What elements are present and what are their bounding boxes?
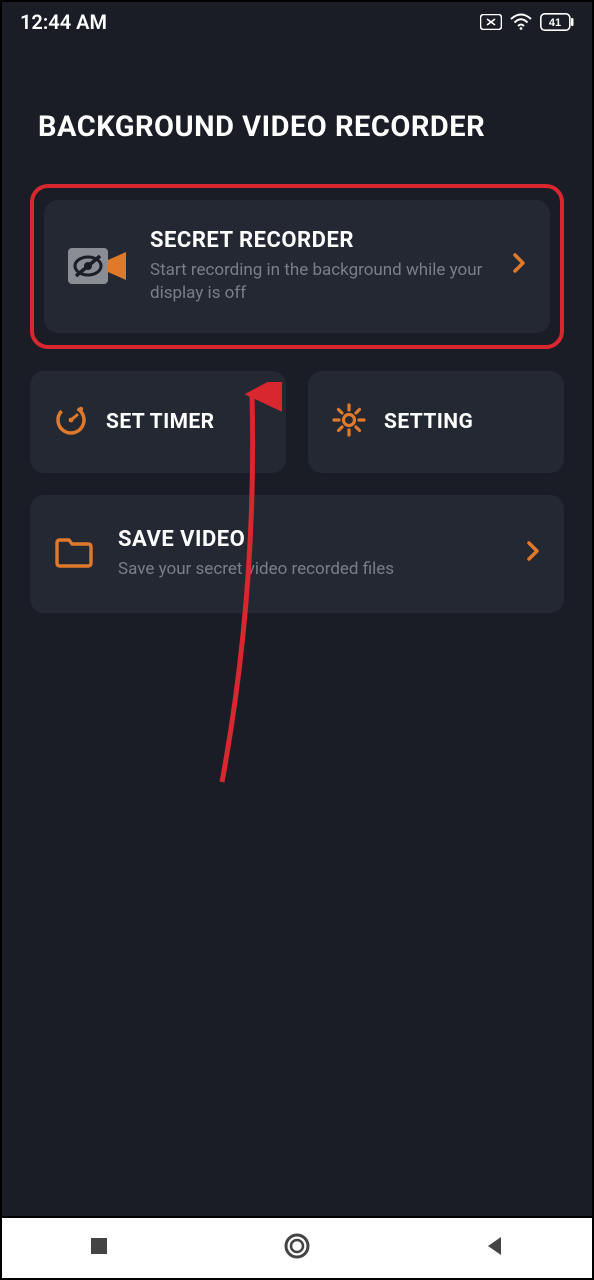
setting-label: SETTING: [384, 410, 473, 434]
battery-icon: 41: [540, 13, 574, 31]
status-time: 12:44 AM: [20, 10, 107, 34]
secret-card-title: SECRET RECORDER: [150, 228, 512, 253]
save-card-text: SAVE VIDEO Save your secret video record…: [118, 527, 502, 581]
highlight-annotation: SECRET RECORDER Start recording in the b…: [30, 184, 564, 349]
setting-card[interactable]: SETTING: [308, 371, 564, 473]
phone-frame: 12:44 AM 41 BACKGROUND VIDEO RECORDER: [0, 0, 594, 1218]
nav-recent-button[interactable]: [87, 1234, 111, 1262]
battery-level: 41: [549, 17, 561, 29]
save-card-subtitle: Save your secret video recorded files: [118, 558, 502, 581]
app-body: BACKGROUND VIDEO RECORDER SECRET RECORDE…: [2, 110, 592, 613]
app-title: BACKGROUND VIDEO RECORDER: [30, 110, 564, 144]
save-card-title: SAVE VIDEO: [118, 527, 502, 552]
status-icons: 41: [480, 13, 574, 31]
secret-card-subtitle: Start recording in the background while …: [150, 259, 512, 305]
gear-icon: [332, 403, 366, 441]
save-video-card[interactable]: SAVE VIDEO Save your secret video record…: [30, 495, 564, 613]
chevron-right-icon: [512, 252, 526, 280]
secondary-row: SET TIMER SETTING: [30, 371, 564, 473]
folder-icon: [54, 535, 94, 573]
mute-icon: [480, 14, 502, 30]
secret-card-text: SECRET RECORDER Start recording in the b…: [150, 228, 512, 305]
nav-back-button[interactable]: [483, 1234, 507, 1262]
android-nav-bar: [0, 1218, 594, 1280]
set-timer-card[interactable]: SET TIMER: [30, 371, 286, 473]
chevron-right-icon: [526, 540, 540, 568]
timer-icon: [54, 403, 88, 441]
nav-home-button[interactable]: [282, 1231, 312, 1265]
secret-recorder-card[interactable]: SECRET RECORDER Start recording in the b…: [44, 200, 550, 333]
wifi-icon: [510, 13, 532, 31]
secret-camera-icon: [68, 242, 130, 290]
timer-label: SET TIMER: [106, 410, 215, 434]
status-bar: 12:44 AM 41: [2, 2, 592, 42]
